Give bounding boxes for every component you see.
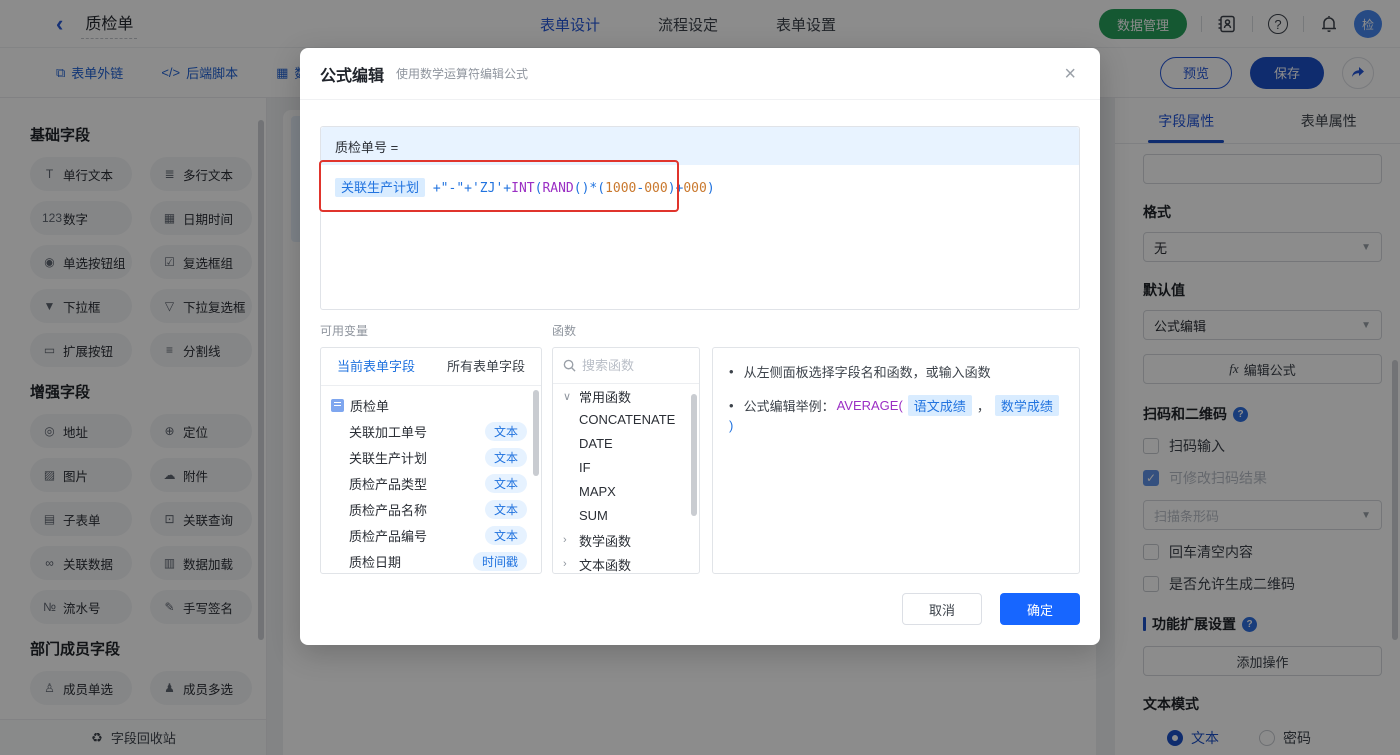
function-group[interactable]: ∨ 常用函数 bbox=[553, 384, 699, 408]
variable-field-row[interactable]: 质检日期 时间戳 bbox=[321, 548, 541, 573]
variables-panel: 当前表单字段 所有表单字段 质检单 关联加工单号 文本 关联生产计划 文本 质检产品类型文… bbox=[320, 347, 542, 574]
variable-field-row[interactable]: 质检产品名称 文本 bbox=[321, 496, 541, 522]
field-type-badge: 文本 bbox=[484, 421, 527, 441]
example-field-chip: 语文成绩 bbox=[907, 395, 972, 416]
example-comma: ， bbox=[976, 399, 990, 414]
expression-segment: 000 bbox=[683, 181, 707, 196]
variable-field-name: 关联生产计划 bbox=[349, 450, 428, 466]
form-name: 质检单 bbox=[350, 398, 390, 414]
function-item[interactable]: CONCATENATE bbox=[553, 408, 699, 432]
variable-field-row[interactable]: 质检产品类型 文本 bbox=[321, 470, 541, 496]
variable-field-row[interactable]: 关联加工单号 文本 bbox=[321, 418, 541, 444]
field-type-badge: 文本 bbox=[484, 499, 527, 519]
modal-title: 公式编辑 bbox=[320, 67, 385, 85]
variable-field-name: 关联加工单号 bbox=[349, 424, 428, 440]
function-group-name: 数学函数 bbox=[579, 533, 632, 549]
functions-scrollbar[interactable] bbox=[691, 394, 697, 516]
close-icon[interactable]: × bbox=[1064, 64, 1076, 84]
hint-line: • 从左侧面板选择字段名和函数，或输入函数 bbox=[729, 362, 1063, 381]
function-group[interactable]: › 文本函数 bbox=[553, 552, 699, 573]
caret-right-icon: › bbox=[563, 558, 567, 570]
example-field-chip: 数学成绩 bbox=[994, 395, 1059, 416]
formula-editor[interactable]: 质检单号 = 关联生产计划 +"-"+'ZJ'+INT(RAND()*(1000… bbox=[319, 126, 1080, 310]
form-node[interactable]: 质检单 bbox=[321, 392, 541, 418]
example-function: AVERAGE( bbox=[836, 398, 903, 413]
function-group[interactable]: › 数学函数 bbox=[553, 528, 699, 552]
expression-segment: 1000 bbox=[605, 181, 637, 196]
function-group-name: 文本函数 bbox=[579, 557, 632, 573]
function-item[interactable]: MAPX bbox=[553, 480, 699, 504]
function-item[interactable]: SUM bbox=[553, 504, 699, 528]
modal-subtitle: 使用数学运算符编辑公式 bbox=[396, 67, 529, 81]
function-group-name: 常用函数 bbox=[579, 389, 632, 405]
expression-segment: ) bbox=[706, 181, 715, 196]
formula-target: 质检单号 = bbox=[321, 127, 1079, 165]
confirm-button[interactable]: 确定 bbox=[1000, 593, 1080, 625]
formula-edit-modal: 公式编辑 使用数学运算符编辑公式 × 质检单号 = 关联生产计划 +"-"+'Z… bbox=[300, 48, 1100, 645]
field-type-badge: 文本 bbox=[484, 473, 527, 493]
hint-text: 公式编辑举例： bbox=[743, 399, 835, 414]
variables-label: 可用变量 bbox=[320, 324, 369, 338]
variable-field-name: 质检产品编号 bbox=[349, 528, 428, 544]
function-search[interactable] bbox=[553, 348, 699, 384]
hint-example-line: • 公式编辑举例： AVERAGE( 语文成绩 ， 数学成绩) bbox=[729, 395, 1063, 433]
field-chip[interactable]: 关联生产计划 bbox=[335, 178, 426, 197]
variable-field-row[interactable]: 关联生产计划 文本 bbox=[321, 444, 541, 470]
function-item[interactable]: DATE bbox=[553, 432, 699, 456]
caret-right-icon: › bbox=[563, 534, 567, 546]
expression-segment: 000 bbox=[644, 181, 668, 196]
expression-segment: INT bbox=[511, 181, 535, 196]
variables-scrollbar[interactable] bbox=[533, 390, 539, 476]
expression-segment: +"-"+'ZJ'+ bbox=[432, 181, 512, 196]
field-type-badge: 时间戳 bbox=[472, 551, 527, 571]
variable-field-name: 质检产品名称 bbox=[349, 502, 428, 518]
bullet-icon: • bbox=[729, 398, 734, 413]
hint-text: 从左侧面板选择字段名和函数，或输入函数 bbox=[743, 365, 991, 380]
cancel-button[interactable]: 取消 bbox=[902, 593, 982, 625]
caret-down-icon: ∨ bbox=[563, 390, 572, 403]
variables-tab[interactable]: 当前表单字段 bbox=[321, 348, 431, 385]
field-type-badge: 文本 bbox=[484, 525, 527, 545]
field-type-badge: 文本 bbox=[484, 447, 527, 467]
functions-label: 函数 bbox=[552, 324, 577, 338]
expression-segment: RAND bbox=[542, 181, 574, 196]
formula-expression[interactable]: 关联生产计划 +"-"+'ZJ'+INT(RAND()*(1000-000)+0… bbox=[321, 165, 1079, 208]
function-item[interactable]: IF bbox=[553, 456, 699, 480]
functions-panel: ∨ 常用函数 CONCATENATEDATEIFMAPXSUM › 数学函数 › 文本函数 bbox=[552, 347, 700, 574]
form-icon bbox=[331, 398, 344, 412]
expression-segment: )+ bbox=[667, 181, 684, 196]
search-icon bbox=[563, 359, 576, 372]
function-search-input[interactable] bbox=[582, 358, 682, 373]
variable-field-name: 质检产品类型 bbox=[349, 476, 428, 492]
variable-field-name: 质检日期 bbox=[349, 554, 402, 570]
variable-field-row[interactable]: 质检产品编号 文本 bbox=[321, 522, 541, 548]
bullet-icon: • bbox=[729, 364, 734, 379]
example-paren: ) bbox=[729, 418, 734, 433]
hint-panel: • 从左侧面板选择字段名和函数，或输入函数 • 公式编辑举例： AVERAGE( 语… bbox=[712, 347, 1080, 574]
expression-segment: ()*( bbox=[573, 181, 606, 196]
variables-tab[interactable]: 所有表单字段 bbox=[431, 348, 541, 385]
